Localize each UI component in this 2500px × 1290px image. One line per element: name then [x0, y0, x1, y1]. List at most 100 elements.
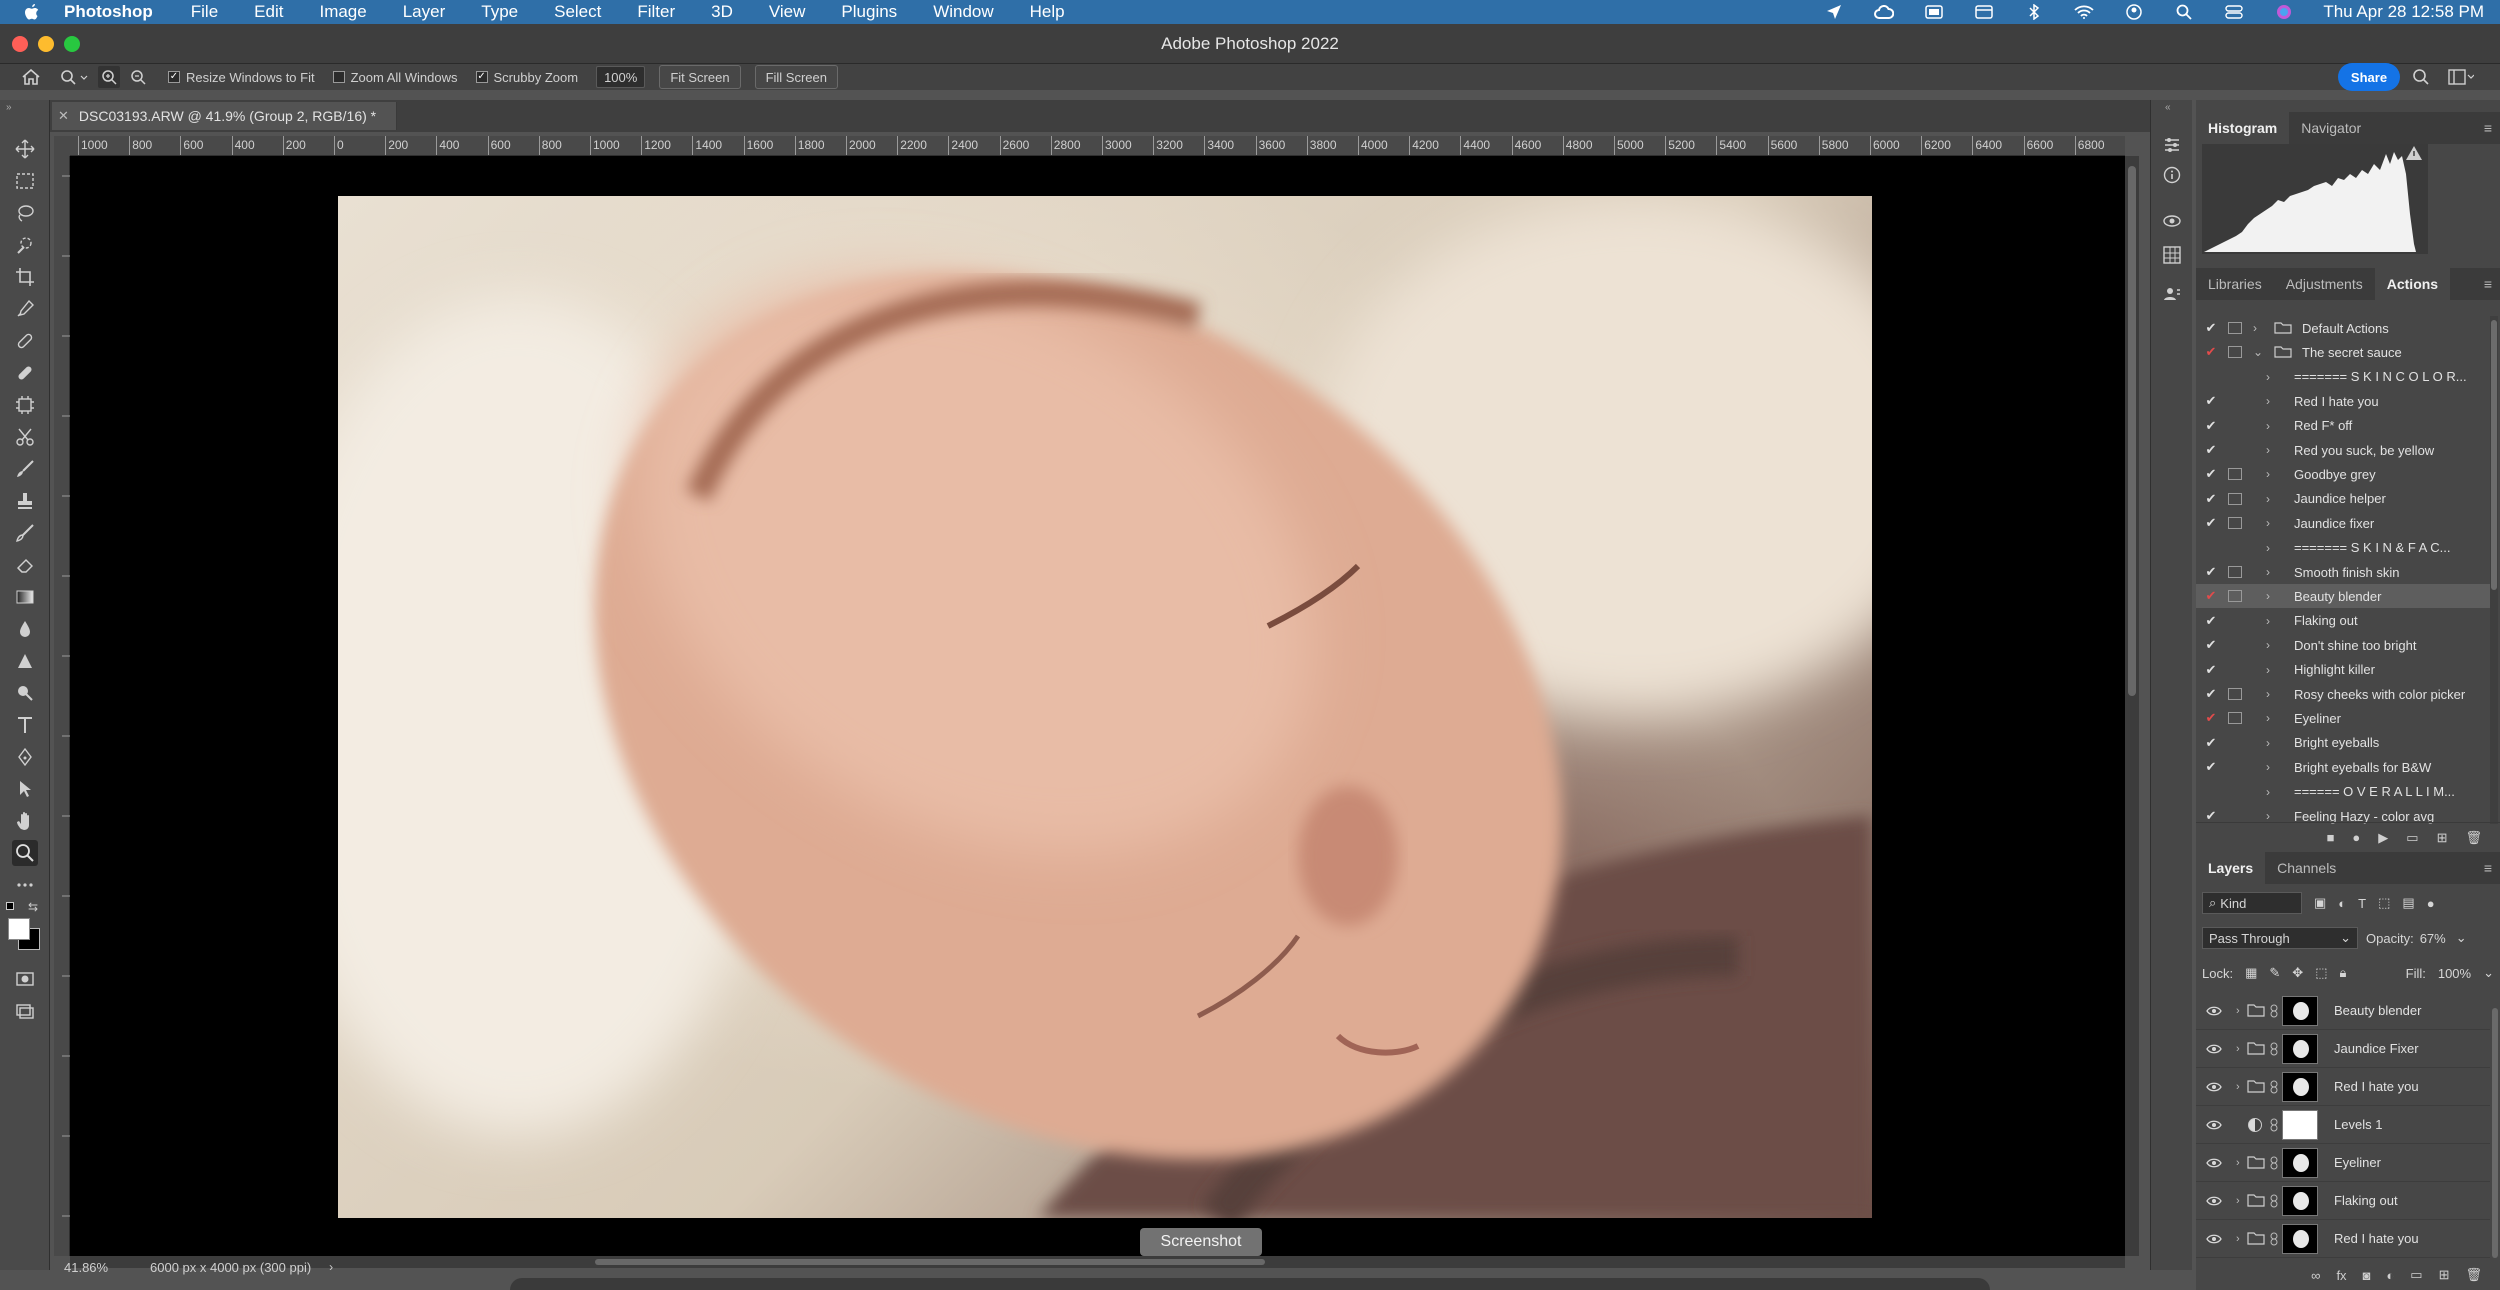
action-toggle-checkmark[interactable]: ✔	[2204, 686, 2218, 702]
swap-colors-icon[interactable]: ⇆	[28, 900, 38, 914]
chevron-right-icon[interactable]: ›	[2266, 394, 2270, 408]
menu-3d[interactable]: 3D	[711, 2, 733, 22]
opacity-input[interactable]: 67%	[2420, 931, 2446, 946]
menu-photoshop[interactable]: Photoshop	[64, 2, 153, 22]
tab-adjustments[interactable]: Adjustments	[2274, 268, 2375, 300]
zoom-tool-icon[interactable]	[12, 840, 38, 866]
eye-icon[interactable]	[2205, 1119, 2223, 1131]
action-row[interactable]: ✔ › Jaundice fixer	[2196, 511, 2490, 535]
layer-row[interactable]: › Beauty blender	[2196, 992, 2490, 1030]
action-row[interactable]: ✔ › Goodbye grey	[2196, 462, 2490, 486]
action-row[interactable]: ✔ › Jaundice helper	[2196, 487, 2490, 511]
link-layers-icon[interactable]: ∞	[2311, 1268, 2320, 1283]
healing-brush-tool-icon[interactable]	[12, 328, 38, 354]
action-row[interactable]: ✔ › Eyeliner	[2196, 706, 2490, 730]
more-tools-icon[interactable]	[12, 872, 38, 898]
tab-actions[interactable]: Actions	[2374, 268, 2451, 300]
chevron-right-icon[interactable]: ›	[2236, 1005, 2240, 1017]
action-toggle-checkmark[interactable]: ✔	[2204, 393, 2218, 409]
zoom-window-button[interactable]	[64, 36, 80, 52]
apple-icon[interactable]	[22, 2, 42, 22]
tab-layers[interactable]: Layers	[2196, 852, 2266, 884]
action-row[interactable]: ✔ › Bright eyeballs	[2196, 731, 2490, 755]
share-button[interactable]: Share	[2338, 63, 2400, 91]
chevron-right-icon[interactable]: ›	[2266, 711, 2270, 725]
horizontal-ruler[interactable]: 1000 800 600 400 200 0 200 400 600 800 1000 1200 140…	[70, 136, 2125, 156]
dialog-toggle-icon[interactable]	[2228, 322, 2242, 334]
layer-mask-thumbnail[interactable]	[2282, 995, 2318, 1026]
dialog-toggle-icon[interactable]	[2228, 566, 2242, 578]
collapse-toolbar-icon[interactable]: »	[6, 102, 12, 113]
eye-icon[interactable]	[2205, 1081, 2223, 1093]
document-tab[interactable]: ✕ DSC03193.ARW @ 41.9% (Group 2, RGB/16)…	[52, 102, 397, 130]
chevron-down-icon[interactable]: ⌄	[2253, 345, 2263, 359]
type-filter-icon[interactable]: T	[2358, 896, 2366, 911]
action-toggle-checkmark[interactable]: ✔	[2204, 759, 2218, 775]
action-row[interactable]: ✔ › Don't shine too bright	[2196, 633, 2490, 657]
pixel-filter-icon[interactable]: ▣	[2314, 895, 2326, 911]
menu-image[interactable]: Image	[319, 2, 366, 22]
scissors-tool-icon[interactable]	[12, 424, 38, 450]
action-toggle-checkmark[interactable]: ✔	[2204, 637, 2218, 653]
action-row[interactable]: › ======= S K I N & F A C...	[2196, 536, 2490, 560]
tab-libraries[interactable]: Libraries	[2196, 268, 2274, 300]
chevron-right-icon[interactable]: ›	[2266, 443, 2270, 457]
menu-type[interactable]: Type	[481, 2, 518, 22]
layer-mask-thumbnail[interactable]	[2282, 1147, 2318, 1178]
quick-mask-icon[interactable]	[12, 966, 38, 992]
mask-link-icon[interactable]	[2270, 1232, 2278, 1246]
crop-tool-icon[interactable]	[12, 264, 38, 290]
default-colors-icon[interactable]	[6, 902, 14, 910]
mask-link-icon[interactable]	[2270, 1042, 2278, 1056]
action-row[interactable]: ✔ › Feeling Hazy - color avg	[2196, 804, 2490, 824]
chevron-right-icon[interactable]: ›	[2266, 809, 2270, 823]
info-icon[interactable]	[2161, 164, 2183, 186]
location-icon[interactable]	[1823, 4, 1845, 20]
action-row[interactable]: ✔ › Smooth finish skin	[2196, 560, 2490, 584]
panel-menu-icon[interactable]: ≡	[2484, 120, 2492, 136]
actions-scrollbar[interactable]	[2490, 316, 2498, 824]
history-brush-tool-icon[interactable]	[12, 520, 38, 546]
search-icon[interactable]	[2412, 68, 2430, 91]
menu-layer[interactable]: Layer	[403, 2, 446, 22]
record-icon[interactable]: ●	[2352, 830, 2360, 845]
layer-row[interactable]: › Red I hate you	[2196, 1068, 2490, 1106]
eye-icon[interactable]	[2205, 1005, 2223, 1017]
patch-tool-icon[interactable]	[12, 360, 38, 386]
gradient-tool-icon[interactable]	[12, 584, 38, 610]
chevron-right-icon[interactable]: ›	[2266, 638, 2270, 652]
scrubby-zoom-checkbox[interactable]: ✓ Scrubby Zoom	[475, 70, 578, 85]
action-toggle-checkmark[interactable]: ✔	[2204, 710, 2218, 726]
smart-object-filter-icon[interactable]: ▤	[2402, 895, 2414, 911]
chevron-right-icon[interactable]: ›	[2266, 492, 2270, 506]
baby-photo[interactable]	[338, 196, 1872, 1218]
display-icon[interactable]	[1973, 4, 1995, 20]
control-center-icon[interactable]	[2223, 4, 2245, 20]
home-icon[interactable]	[22, 69, 40, 85]
vertical-scroll-thumb[interactable]	[2128, 166, 2136, 696]
action-toggle-checkmark[interactable]: ✔	[2204, 662, 2218, 678]
lock-all-icon[interactable]: 🔒︎	[2339, 965, 2346, 981]
dodge-tool-icon[interactable]	[12, 648, 38, 674]
frame-tool-icon[interactable]	[12, 392, 38, 418]
lock-artboard-icon[interactable]: ⬚	[2315, 965, 2327, 981]
action-toggle-checkmark[interactable]: ✔	[2204, 588, 2218, 604]
zoom-level[interactable]: 41.86%	[64, 1260, 136, 1275]
chevron-right-icon[interactable]: ›	[2236, 1195, 2240, 1207]
eye-icon[interactable]	[2205, 1157, 2223, 1169]
play-icon[interactable]: ▶	[2378, 830, 2388, 846]
vertical-ruler[interactable]	[54, 156, 70, 1256]
chevron-right-icon[interactable]: ›	[2266, 516, 2270, 530]
path-selection-tool-icon[interactable]	[12, 776, 38, 802]
blur-tool-icon[interactable]	[12, 616, 38, 642]
fill-screen-button[interactable]: Fill Screen	[754, 65, 838, 89]
menu-help[interactable]: Help	[1030, 2, 1065, 22]
action-toggle-checkmark[interactable]: ✔	[2204, 442, 2218, 458]
dialog-toggle-icon[interactable]	[2228, 468, 2242, 481]
mask-link-icon[interactable]	[2270, 1118, 2278, 1132]
action-row[interactable]: › ====== O V E R A L L I M...	[2196, 780, 2490, 804]
layer-mask-thumbnail[interactable]	[2282, 1071, 2318, 1102]
adjustment-layer-icon[interactable]: ◐	[2386, 1268, 2394, 1283]
workspace-icon[interactable]	[2448, 69, 2475, 90]
foreground-color-swatch[interactable]	[8, 918, 30, 940]
